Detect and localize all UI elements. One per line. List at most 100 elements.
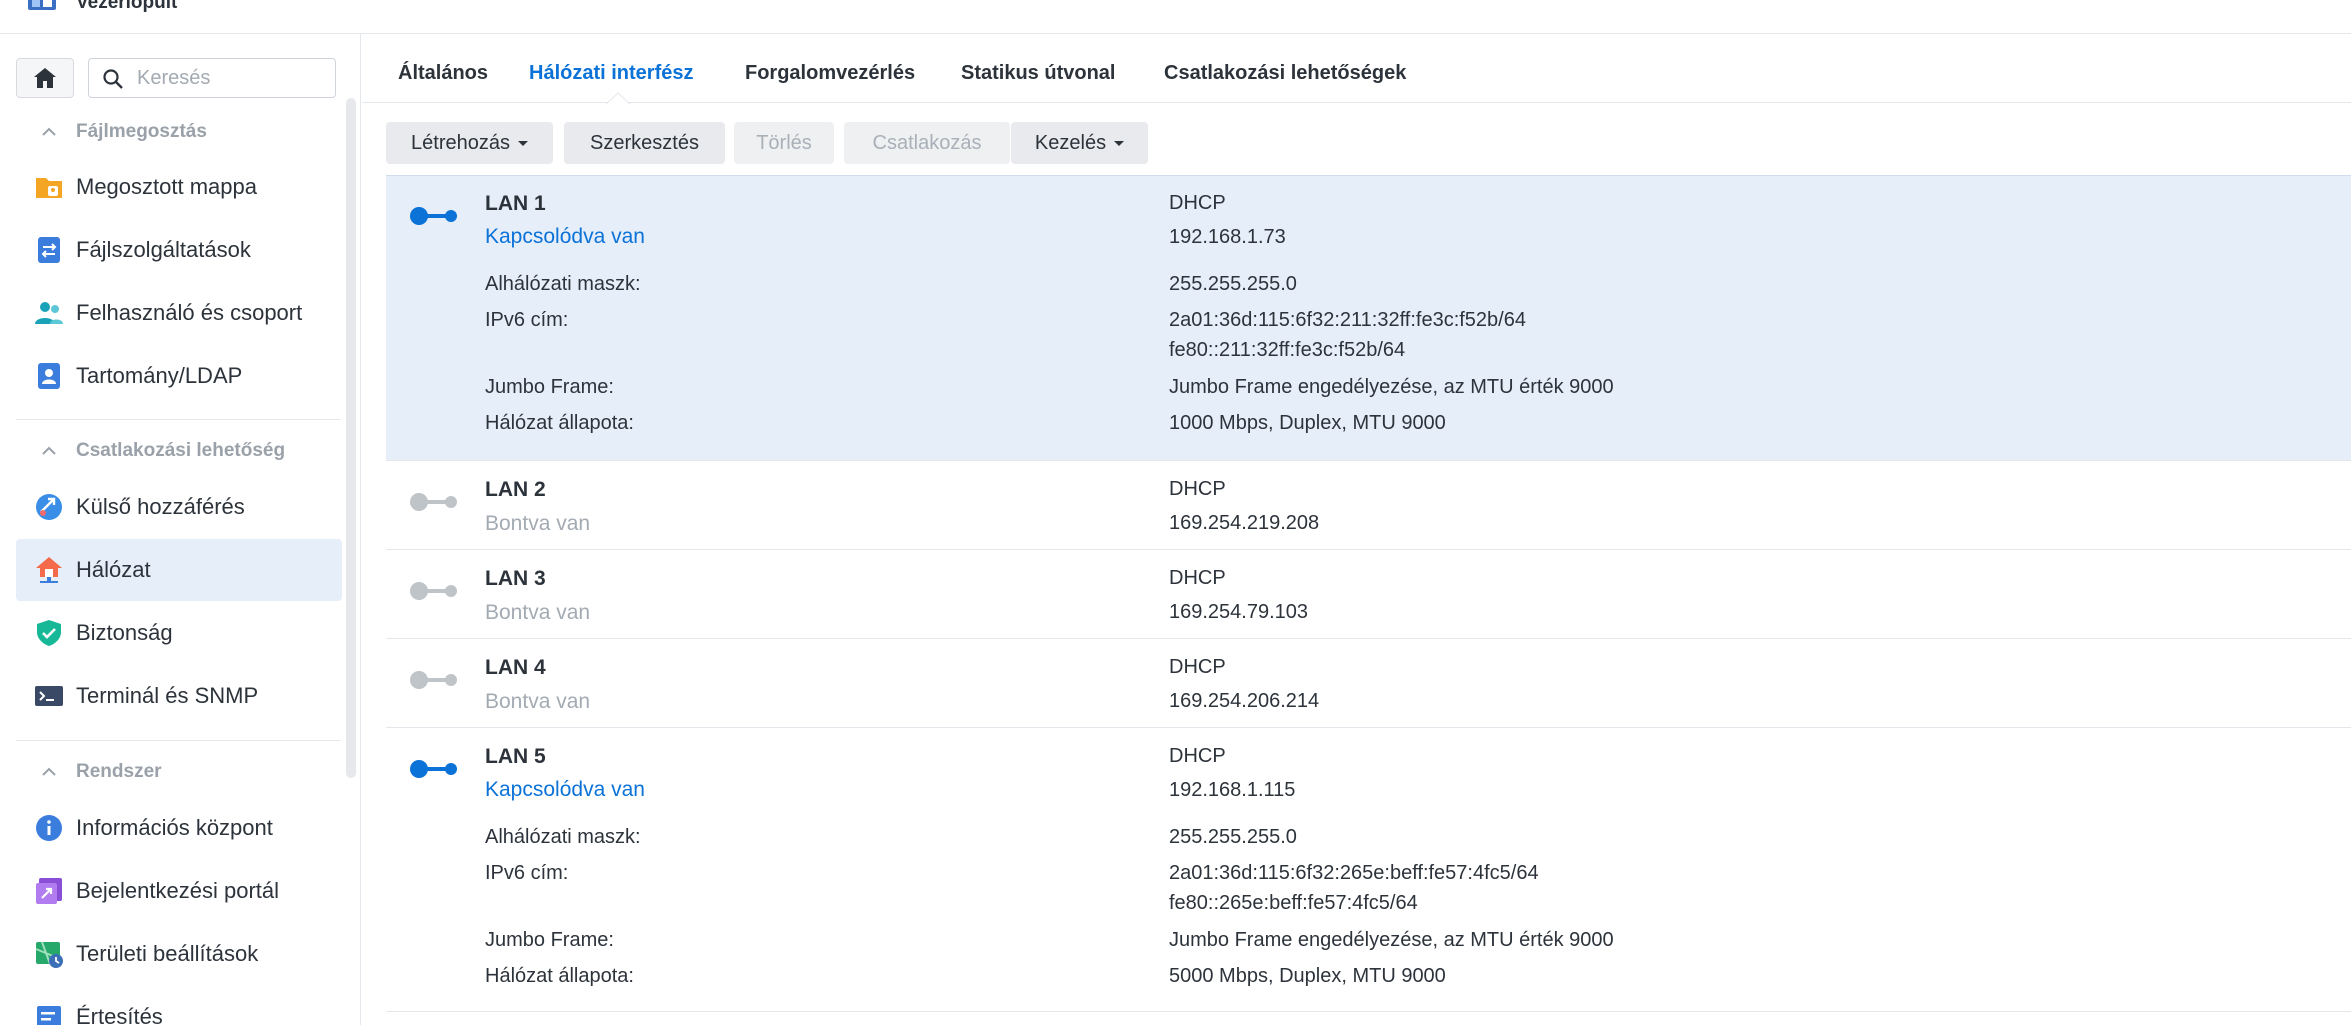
interface-mode: DHCP: [1169, 567, 1226, 589]
chevron-up-icon: [42, 446, 56, 455]
app-title: Vezérlőpult: [76, 0, 178, 13]
sidebar-item-info-center[interactable]: Információs központ: [16, 797, 342, 859]
interface-mode: DHCP: [1169, 745, 1226, 767]
sidebar-item-login-portal[interactable]: Bejelentkezési portál: [16, 860, 342, 922]
main-content: Általános Hálózati interfész Forgalomvez…: [362, 34, 2351, 1025]
tab-connectivity[interactable]: Csatlakozási lehetőségek: [1164, 62, 1406, 85]
interface-state: Kapcsolódva van: [485, 778, 645, 801]
subnet-label: Alhálózati maszk:: [485, 826, 641, 848]
status-value: 1000 Mbps, Duplex, MTU 9000: [1169, 412, 1446, 434]
divider: [16, 740, 340, 741]
notification-icon: [37, 1006, 61, 1025]
interface-state: Bontva van: [485, 601, 591, 624]
create-label: Létrehozás: [411, 131, 510, 154]
sidebar-item-file-services[interactable]: Fájlszolgáltatások: [16, 219, 342, 281]
delete-button[interactable]: Törlés: [734, 122, 834, 164]
shared-folder-icon: [36, 178, 62, 198]
interface-ip: 169.254.79.103: [1169, 601, 1309, 623]
section-header-connectivity[interactable]: Csatlakozási lehetőség: [40, 439, 285, 463]
sidebar-item-label: Biztonság: [76, 620, 173, 645]
interface-row-lan3[interactable]: LAN 3 Bontva van DHCP 169.254.79.103: [386, 550, 2351, 639]
interface-row-lan4[interactable]: LAN 4 Bontva van DHCP 169.254.206.214: [386, 639, 2351, 728]
status-label: Hálózat állapota:: [485, 412, 634, 434]
jumbo-value: Jumbo Frame engedélyezése, az MTU érték …: [1169, 929, 1614, 951]
sidebar-item-domain-ldap[interactable]: Tartomány/LDAP: [16, 345, 342, 407]
sidebar-item-external-access[interactable]: Külső hozzáférés: [16, 476, 342, 538]
manage-label: Kezelés: [1034, 131, 1107, 154]
sidebar-item-label: Bejelentkezési portál: [76, 878, 280, 903]
chevron-up-icon: [42, 127, 56, 136]
section-title: Rendszer: [76, 761, 162, 782]
tab-network-interface[interactable]: Hálózati interfész: [529, 62, 693, 85]
tab-general[interactable]: Általános: [398, 62, 488, 85]
sidebar-item-label: Külső hozzáférés: [76, 494, 245, 519]
interface-name: LAN 3: [485, 567, 546, 590]
create-dropdown-button[interactable]: Létrehozás: [386, 122, 553, 164]
interface-ip: 169.254.206.214: [1169, 690, 1320, 712]
sidebar-item-label: Értesítés: [76, 1004, 163, 1025]
jumbo-label: Jumbo Frame:: [485, 376, 614, 398]
sidebar-item-label: Terminál és SNMP: [76, 683, 259, 708]
interface-mode: DHCP: [1169, 656, 1226, 678]
tab-traffic-control[interactable]: Forgalomvezérlés: [745, 62, 915, 85]
ipv6-value-1: 2a01:36d:115:6f32:265e:beff:fe57:4fc5/64: [1169, 862, 1539, 884]
edit-label: Szerkesztés: [590, 131, 699, 154]
network-icon: [36, 557, 62, 583]
sidebar: Fájlmegosztás Megosztott mappa Fájlszolg…: [0, 34, 361, 1025]
jumbo-value: Jumbo Frame engedélyezése, az MTU érték …: [1169, 376, 1614, 398]
interface-state: Bontva van: [485, 690, 591, 713]
chevron-up-icon: [42, 767, 56, 776]
status-value: 5000 Mbps, Duplex, MTU 9000: [1169, 965, 1446, 987]
sidebar-item-label: Fájlszolgáltatások: [76, 237, 251, 262]
interface-name: LAN 1: [485, 192, 546, 215]
connected-icon: [410, 207, 457, 225]
subnet-value: 255.255.255.0: [1169, 826, 1297, 848]
jumbo-label: Jumbo Frame:: [485, 929, 614, 951]
sidebar-item-user-group[interactable]: Felhasználó és csoport: [16, 282, 342, 344]
sidebar-item-regional-options[interactable]: Területi beállítások: [16, 923, 342, 985]
file-services-icon: [38, 237, 60, 263]
sidebar-item-label: Területi beállítások: [76, 941, 259, 966]
sidebar-item-label: Tartomány/LDAP: [76, 363, 243, 388]
terminal-icon: [35, 686, 63, 706]
connected-icon: [410, 760, 457, 778]
sidebar-item-shared-folder[interactable]: Megosztott mappa: [16, 156, 342, 218]
section-header-system[interactable]: Rendszer: [40, 760, 162, 784]
sidebar-item-network[interactable]: Hálózat: [16, 539, 342, 601]
manage-dropdown-button[interactable]: Kezelés: [1011, 122, 1148, 164]
sidebar-item-terminal-snmp[interactable]: Terminál és SNMP: [16, 665, 342, 727]
home-icon: [34, 68, 56, 88]
ipv6-value-1: 2a01:36d:115:6f32:211:32ff:fe3c:f52b/64: [1169, 309, 1526, 331]
search-box[interactable]: [88, 58, 336, 98]
external-access-icon: [36, 494, 62, 520]
regional-options-icon: [35, 941, 63, 968]
interface-row-lan1[interactable]: LAN 1 Kapcsolódva van DHCP 192.168.1.73 …: [386, 175, 2351, 461]
user-group-icon: [35, 302, 63, 324]
active-tab-caret-icon: [606, 92, 630, 104]
sidebar-item-label: Információs központ: [76, 815, 273, 840]
search-input[interactable]: [137, 65, 327, 91]
title-bar: Vezérlőpult: [0, 0, 2351, 34]
section-header-file-sharing[interactable]: Fájlmegosztás: [40, 120, 207, 144]
edit-button[interactable]: Szerkesztés: [564, 122, 725, 164]
sidebar-scrollbar[interactable]: [346, 98, 356, 778]
sidebar-item-security[interactable]: Biztonság: [16, 602, 342, 664]
sidebar-item-label: Megosztott mappa: [76, 174, 257, 199]
login-portal-icon: [36, 878, 62, 904]
caret-down-icon: [1114, 140, 1125, 146]
sidebar-item-notification[interactable]: Értesítés: [16, 986, 342, 1025]
security-shield-icon: [37, 620, 61, 646]
caret-down-icon: [517, 140, 528, 146]
ipv6-label: IPv6 cím:: [485, 862, 569, 884]
disconnected-icon: [410, 582, 457, 600]
home-button[interactable]: [16, 58, 74, 98]
interface-state: Bontva van: [485, 512, 591, 535]
domain-ldap-icon: [38, 363, 60, 389]
sidebar-item-label: Hálózat: [76, 557, 151, 582]
interface-row-lan2[interactable]: LAN 2 Bontva van DHCP 169.254.219.208: [386, 461, 2351, 550]
connect-button[interactable]: Csatlakozás: [844, 122, 1010, 164]
disconnected-icon: [410, 493, 457, 511]
tab-static-route[interactable]: Statikus útvonal: [961, 62, 1115, 85]
interface-ip: 169.254.219.208: [1169, 512, 1320, 534]
interface-row-lan5[interactable]: LAN 5 Kapcsolódva van DHCP 192.168.1.115…: [386, 728, 2351, 1012]
